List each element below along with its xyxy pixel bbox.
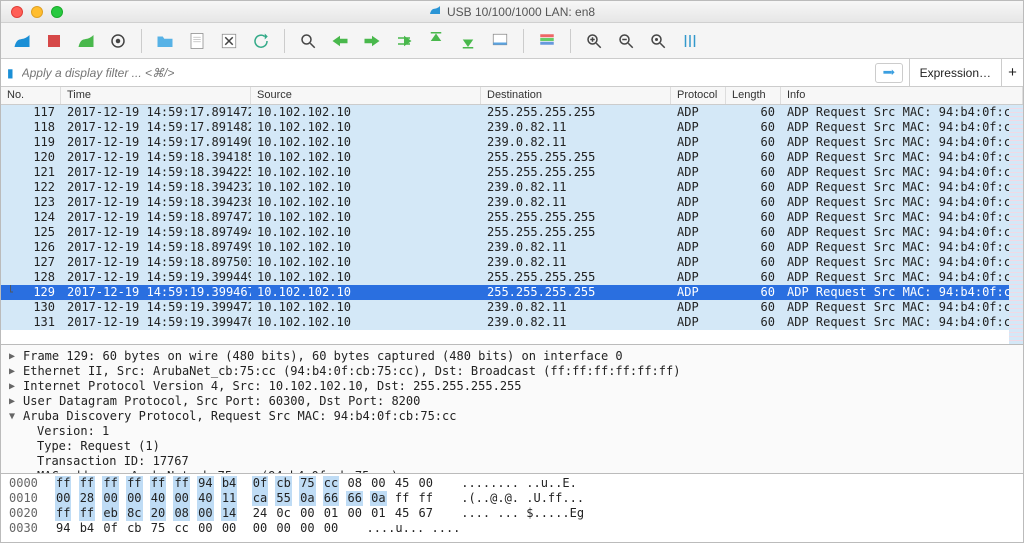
- main-toolbar: [1, 23, 1023, 59]
- packet-row[interactable]: 1202017-12-19 14:59:18.39418510.102.102.…: [1, 150, 1023, 165]
- col-info[interactable]: Info: [781, 87, 1023, 104]
- packet-row[interactable]: 1212017-12-19 14:59:18.39422510.102.102.…: [1, 165, 1023, 180]
- packet-list-header[interactable]: No. Time Source Destination Protocol Len…: [1, 87, 1023, 105]
- colorize-button[interactable]: [534, 28, 560, 54]
- detail-eth[interactable]: ▶Ethernet II, Src: ArubaNet_cb:75:cc (94…: [9, 364, 1015, 379]
- auto-scroll-button[interactable]: [487, 28, 513, 54]
- packet-row[interactable]: 1312017-12-19 14:59:19.39947610.102.102.…: [1, 315, 1023, 330]
- detail-version[interactable]: Version: 1: [9, 424, 1015, 439]
- close-file-button[interactable]: [216, 28, 242, 54]
- col-source[interactable]: Source: [251, 87, 481, 104]
- go-last-packet-button[interactable]: [455, 28, 481, 54]
- restart-capture-button[interactable]: [73, 28, 99, 54]
- packet-row[interactable]: 1222017-12-19 14:59:18.39423210.102.102.…: [1, 180, 1023, 195]
- zoom-out-button[interactable]: [613, 28, 639, 54]
- packet-bytes-pane[interactable]: 0000ff ff ff ff ff ff 94 b4 0f cb 75 cc …: [1, 474, 1023, 542]
- packet-row[interactable]: 1262017-12-19 14:59:18.89749910.102.102.…: [1, 240, 1023, 255]
- bookmark-filter-icon[interactable]: ▮: [7, 66, 14, 80]
- go-back-button[interactable]: [327, 28, 353, 54]
- packet-row[interactable]: 1302017-12-19 14:59:19.39947210.102.102.…: [1, 300, 1023, 315]
- resize-columns-button[interactable]: [677, 28, 703, 54]
- find-packet-button[interactable]: [295, 28, 321, 54]
- packet-list[interactable]: 1172017-12-19 14:59:17.89147210.102.102.…: [1, 105, 1023, 344]
- app-window: USB 10/100/1000 LAN: en8 ▮: [0, 0, 1024, 543]
- bytes-row[interactable]: 0000ff ff ff ff ff ff 94 b4 0f cb 75 cc …: [9, 476, 1015, 491]
- detail-aruba[interactable]: ▼Aruba Discovery Protocol, Request Src M…: [9, 409, 1015, 424]
- detail-udp[interactable]: ▶User Datagram Protocol, Src Port: 60300…: [9, 394, 1015, 409]
- packet-row[interactable]: 1172017-12-19 14:59:17.89147210.102.102.…: [1, 105, 1023, 120]
- go-to-packet-button[interactable]: [391, 28, 417, 54]
- packet-row[interactable]: 1182017-12-19 14:59:17.89148210.102.102.…: [1, 120, 1023, 135]
- col-time[interactable]: Time: [61, 87, 251, 104]
- col-protocol[interactable]: Protocol: [671, 87, 726, 104]
- reload-button[interactable]: [248, 28, 274, 54]
- filter-history-dropdown[interactable]: [875, 63, 903, 83]
- col-length[interactable]: Length: [726, 87, 781, 104]
- packet-row[interactable]: 1272017-12-19 14:59:18.89750310.102.102.…: [1, 255, 1023, 270]
- bytes-row[interactable]: 001000 28 00 00 40 00 40 11 ca 55 0a 66 …: [9, 491, 1015, 506]
- detail-frame[interactable]: ▶Frame 129: 60 bytes on wire (480 bits),…: [9, 349, 1015, 364]
- packet-row[interactable]: 1282017-12-19 14:59:19.39944910.102.102.…: [1, 270, 1023, 285]
- bytes-row[interactable]: 0020ff ff eb 8c 20 08 00 14 24 0c 00 01 …: [9, 506, 1015, 521]
- add-filter-button[interactable]: +: [1001, 59, 1023, 86]
- display-filter-input[interactable]: [20, 65, 869, 81]
- packet-row[interactable]: 1192017-12-19 14:59:17.89149010.102.102.…: [1, 135, 1023, 150]
- col-no[interactable]: No.: [1, 87, 61, 104]
- zoom-reset-button[interactable]: [645, 28, 671, 54]
- window-title: USB 10/100/1000 LAN: en8: [447, 5, 595, 19]
- bytes-row[interactable]: 003094 b4 0f cb 75 cc 00 00 00 00 00 00 …: [9, 521, 1015, 536]
- expression-button[interactable]: Expression…: [909, 59, 1001, 86]
- packet-minimap-scrollbar[interactable]: [1009, 105, 1023, 344]
- detail-transaction-id[interactable]: Transaction ID: 17767: [9, 454, 1015, 469]
- capture-options-button[interactable]: [105, 28, 131, 54]
- titlebar: USB 10/100/1000 LAN: en8: [1, 1, 1023, 23]
- go-first-packet-button[interactable]: [423, 28, 449, 54]
- start-capture-button[interactable]: [9, 28, 35, 54]
- packet-details-pane[interactable]: ▶Frame 129: 60 bytes on wire (480 bits),…: [1, 344, 1023, 474]
- detail-ip[interactable]: ▶Internet Protocol Version 4, Src: 10.10…: [9, 379, 1015, 394]
- zoom-in-button[interactable]: [581, 28, 607, 54]
- stop-capture-button[interactable]: [41, 28, 67, 54]
- packet-row[interactable]: └1292017-12-19 14:59:19.39946710.102.102…: [1, 285, 1023, 300]
- packet-row[interactable]: 1232017-12-19 14:59:18.39423810.102.102.…: [1, 195, 1023, 210]
- go-forward-button[interactable]: [359, 28, 385, 54]
- display-filter-bar: ▮ Expression… +: [1, 59, 1023, 87]
- detail-type[interactable]: Type: Request (1): [9, 439, 1015, 454]
- save-file-button[interactable]: [184, 28, 210, 54]
- app-fin-icon: [429, 4, 441, 19]
- packet-row[interactable]: 1252017-12-19 14:59:18.89749410.102.102.…: [1, 225, 1023, 240]
- open-file-button[interactable]: [152, 28, 178, 54]
- col-destination[interactable]: Destination: [481, 87, 671, 104]
- packet-row[interactable]: 1242017-12-19 14:59:18.89747210.102.102.…: [1, 210, 1023, 225]
